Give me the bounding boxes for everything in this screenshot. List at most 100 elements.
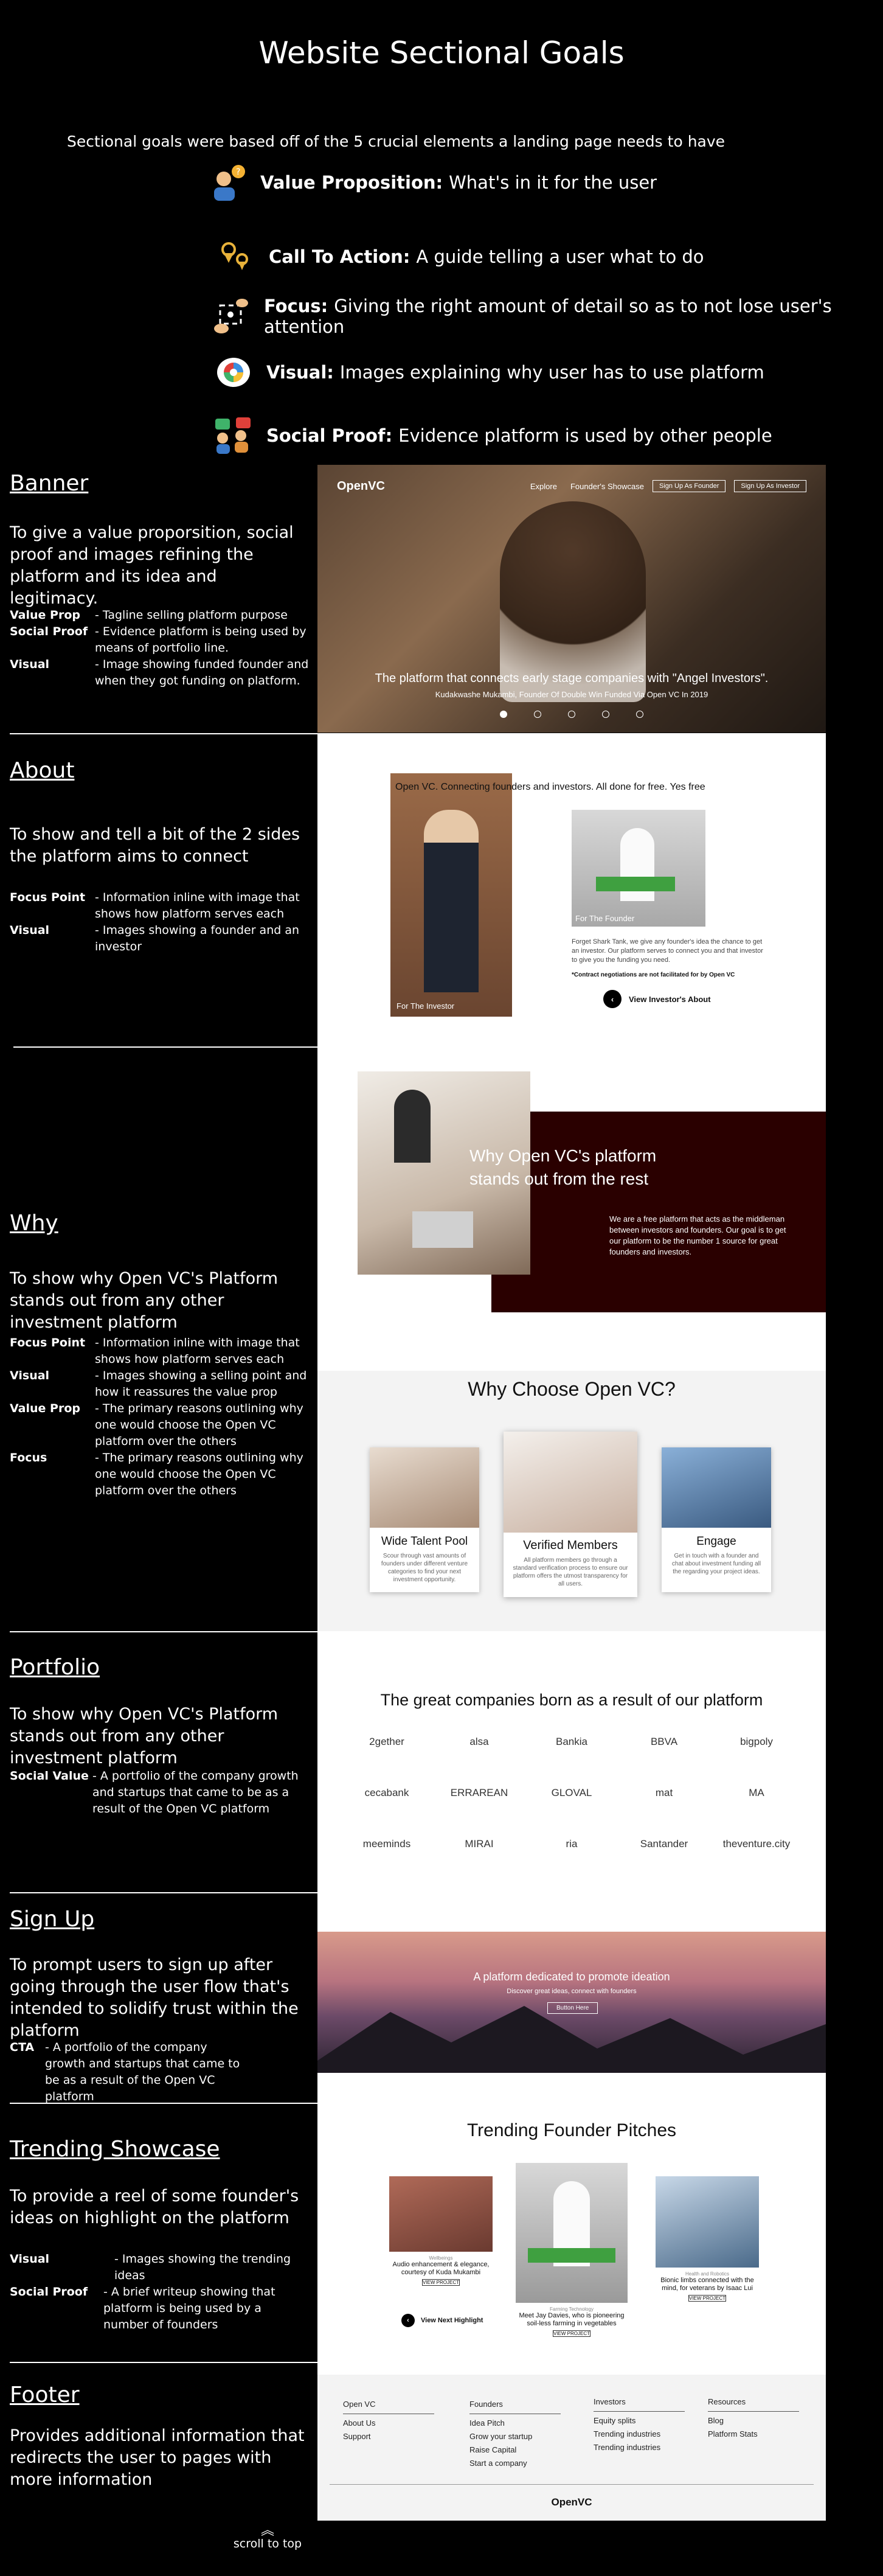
company-logo: theventure.city — [722, 1838, 791, 1850]
portfolio-title: The great companies born as a result of … — [380, 1691, 763, 1709]
footer-col-resources: Resources Blog Platform Stats — [708, 2395, 799, 2441]
banner-caption: Kudakwashe Mukambi, Founder Of Double Wi… — [435, 690, 708, 699]
signup-mockup: A platform dedicated to promote ideation… — [317, 1932, 826, 2073]
feature-card[interactable]: Wide Talent Pool Scour through vast amou… — [370, 1447, 479, 1592]
footer-link[interactable]: Grow your startup — [469, 2430, 561, 2443]
why-goals-list: Focus Point - Information inline with ima… — [10, 1336, 307, 1497]
pitch-card[interactable]: Wellbeings Audio enhancement & elegance,… — [389, 2176, 493, 2286]
view-project-button[interactable]: VIEW PROJECT — [688, 2295, 726, 2302]
page-title: Website Sectional Goals — [258, 35, 625, 71]
pitch-card[interactable]: Farming Technology Meet Jay Davies, who … — [516, 2163, 628, 2337]
company-logo: 2gether — [369, 1736, 404, 1747]
section-divider — [13, 1046, 317, 1048]
footer-link[interactable]: Platform Stats — [708, 2428, 799, 2441]
footer-link[interactable]: Support — [343, 2430, 434, 2443]
trending-description: To provide a reel of some founder's idea… — [10, 2187, 299, 2227]
signup-investor-button[interactable]: Sign Up As Investor — [734, 480, 806, 492]
section-divider — [10, 1631, 317, 1632]
banner-heading: Banner — [10, 471, 89, 496]
company-logo: ERRAREAN — [450, 1787, 508, 1798]
footer-divider — [330, 2484, 814, 2485]
company-logo: MIRAI — [465, 1838, 494, 1850]
chevron-left-icon: ‹ — [603, 990, 622, 1008]
footer-link[interactable]: Trending industries — [594, 2428, 685, 2441]
why-choose-mockup: Why Choose Open VC? Wide Talent Pool Sco… — [317, 1371, 826, 1631]
feature-card[interactable]: Engage Get in touch with a founder and c… — [662, 1447, 771, 1592]
goal-value-proposition: ? Value Proposition: What's in it for the… — [208, 163, 657, 202]
founder-text: Forget Shark Tank, we give any founder's… — [572, 938, 763, 964]
scroll-to-top[interactable]: ︽ scroll to top — [231, 2523, 304, 2551]
goal-social-proof: Social Proof: Evidence platform is used b… — [214, 416, 772, 455]
carousel-dot[interactable] — [602, 711, 609, 718]
founder-photo: For The Founder — [572, 810, 705, 927]
view-project-button[interactable]: VIEW PROJECT — [553, 2330, 590, 2337]
footer-link[interactable]: About Us — [343, 2417, 434, 2430]
carousel-dot[interactable] — [534, 711, 541, 718]
company-logo: Santander — [640, 1838, 688, 1850]
footer-link[interactable]: Raise Capital — [469, 2443, 561, 2457]
view-next-highlight-link[interactable]: ‹ View Next Highlight — [401, 2314, 483, 2327]
trending-heading: Trending Showcase — [10, 2137, 220, 2162]
company-logo: alsa — [469, 1736, 489, 1747]
carousel-dot[interactable] — [636, 711, 643, 718]
eye-icon — [214, 353, 253, 392]
goal-visual: Visual: Images explaining why user has to… — [214, 353, 764, 392]
signup-cta-button[interactable]: Button Here — [547, 2002, 598, 2014]
openvc-logo[interactable]: OpenVC — [337, 479, 385, 493]
footer-heading: Footer — [10, 2383, 80, 2407]
about-heading: About — [10, 758, 75, 783]
investor-label: For The Investor — [396, 1001, 455, 1011]
company-logo: MA — [749, 1787, 764, 1798]
portfolio-description: To show why Open VC's Platform stands ou… — [10, 1705, 279, 1767]
svg-text:?: ? — [236, 167, 240, 177]
portfolio-heading: Portfolio — [10, 1655, 100, 1680]
view-investor-about-link[interactable]: ‹ View Investor's About — [603, 990, 711, 1008]
banner-description: To give a value proporsition, social pro… — [10, 523, 294, 608]
investor-photo: For The Investor — [390, 773, 512, 1017]
company-logos: 2gether alsa Bankia BBVA bigpoly cecaban… — [344, 1736, 806, 1850]
footer-col-investors: Investors Equity splits Trending industr… — [594, 2395, 685, 2454]
banner-mockup: OpenVC Explore Founder's Showcase Sign U… — [317, 465, 826, 733]
signup-headline: A platform dedicated to promote ideation — [473, 1971, 670, 1983]
footer-link[interactable]: Blog — [708, 2414, 799, 2428]
view-project-button[interactable]: VIEW PROJECT — [422, 2279, 460, 2286]
company-logo: BBVA — [650, 1736, 678, 1747]
footer-col-openvc: Open VC About Us Support — [343, 2398, 434, 2443]
why-headline: Why Open VC's platform stands out from t… — [469, 1146, 657, 1188]
pitch-card[interactable]: Health and Robotics Bionic limbs connect… — [656, 2176, 759, 2302]
banner-goals-list: Value Prop - Tagline selling platform pur… — [10, 608, 309, 688]
footer-description: Provides additional information that red… — [10, 2426, 305, 2489]
section-divider — [10, 1892, 317, 1893]
portfolio-goals-list: Social Value - A portfolio of the company… — [10, 1769, 299, 1815]
footer-logo[interactable]: OpenVC — [317, 2496, 826, 2508]
company-logo: bigpoly — [740, 1736, 773, 1747]
focus-hand-icon — [212, 297, 251, 336]
nav-explore[interactable]: Explore — [530, 482, 557, 491]
carousel-dots[interactable] — [317, 711, 826, 718]
nav-founders-showcase[interactable]: Founder's Showcase — [570, 482, 644, 491]
section-divider — [10, 2103, 317, 2104]
trending-title: Trending Founder Pitches — [466, 2120, 677, 2140]
intro-text: Sectional goals were based off of the 5 … — [67, 133, 725, 150]
signup-sub: Discover great ideas, connect with found… — [507, 1988, 637, 1995]
footer-link[interactable]: Equity splits — [594, 2414, 685, 2428]
people-chat-icon — [214, 416, 253, 455]
company-logo: cecabank — [364, 1787, 409, 1798]
feature-card[interactable]: Verified Members All platform members go… — [504, 1432, 637, 1597]
chevron-left-icon: ‹ — [401, 2314, 415, 2327]
footer-link[interactable]: Trending industries — [594, 2441, 685, 2454]
why-block — [491, 1112, 826, 1312]
trending-mockup: Trending Founder Pitches Wellbeings Audi… — [317, 2073, 826, 2375]
signup-heading: Sign Up — [10, 1907, 95, 1932]
founder-label: For The Founder — [575, 914, 635, 923]
carousel-dot[interactable] — [500, 711, 507, 718]
signup-founder-button[interactable]: Sign Up As Founder — [652, 480, 726, 492]
person-question-icon: ? — [208, 163, 247, 202]
footer-link[interactable]: Idea Pitch — [469, 2417, 561, 2430]
carousel-dot[interactable] — [568, 711, 575, 718]
double-chevron-up-icon: ︽ — [260, 2523, 274, 2538]
footer-link[interactable]: Start a company — [469, 2457, 561, 2470]
mountains — [317, 2006, 826, 2073]
footer-mockup: Open VC About Us Support Founders Idea P… — [317, 2375, 826, 2521]
company-logo: Bankia — [556, 1736, 587, 1747]
